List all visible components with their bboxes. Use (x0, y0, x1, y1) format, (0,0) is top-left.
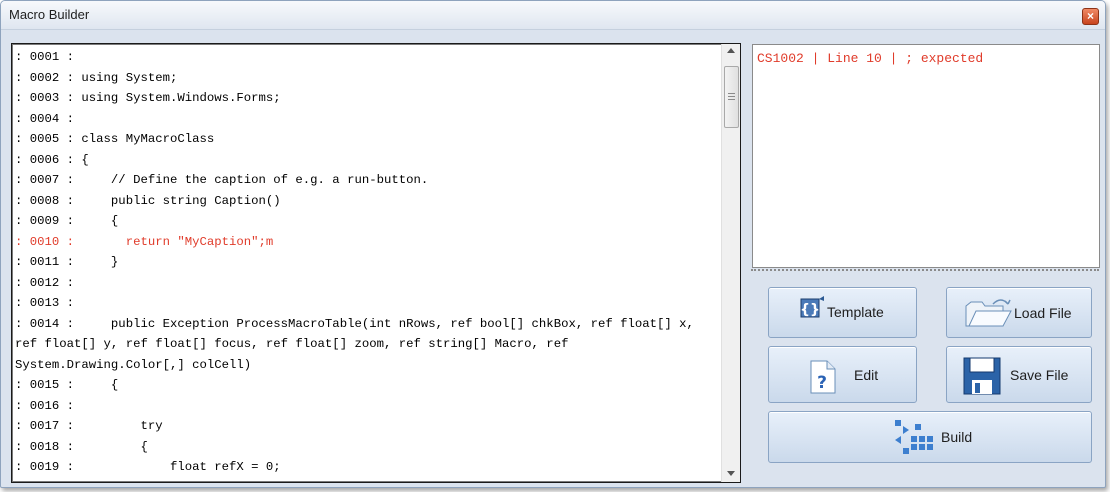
code-line: : 0002 : using System; (15, 70, 178, 85)
grip-line (728, 96, 735, 97)
code-line: : 0015 : { (15, 378, 119, 392)
load-file-label: Load File (1014, 305, 1072, 321)
close-icon: × (1086, 9, 1094, 23)
window-title: Macro Builder (9, 7, 90, 22)
code-line: : 0019 : float refX = 0; (15, 460, 281, 474)
panel-splitter[interactable] (751, 269, 1099, 271)
code-line: : 0004 : (15, 111, 75, 126)
template-button[interactable]: {} Template (768, 287, 917, 338)
grip-line (728, 93, 735, 94)
code-line: : 0006 : { (15, 152, 89, 167)
build-icon (895, 420, 933, 454)
code-line: : 0011 : } (15, 255, 119, 269)
title-bar[interactable]: Macro Builder × (1, 1, 1105, 30)
folder-icon (965, 299, 1012, 327)
code-line: : 0014 : public Exception ProcessMacroTa… (15, 316, 702, 372)
macro-builder-window: Macro Builder × : 0001 :: 0002 : using S… (0, 0, 1106, 488)
code-line: : 0016 : (15, 398, 75, 413)
editor-scrollbar[interactable] (721, 44, 740, 482)
svg-text:?: ? (817, 373, 827, 393)
code-line: : 0017 : try (15, 419, 163, 433)
code-line: : 0013 : (15, 296, 75, 310)
template-label: Template (827, 304, 884, 320)
build-button[interactable]: Build (768, 411, 1092, 463)
save-file-button[interactable]: Save File (946, 346, 1092, 403)
code-line: : 0018 : { (15, 439, 148, 454)
scroll-up-icon[interactable] (727, 48, 735, 53)
code-line: : 0008 : public string Caption() (15, 193, 281, 208)
code-line: : 0001 : (15, 50, 75, 64)
code-line: : 0009 : { (15, 214, 119, 228)
scroll-thumb[interactable] (724, 66, 739, 128)
save-file-label: Save File (1010, 367, 1069, 383)
close-button[interactable]: × (1082, 8, 1099, 25)
code-lines: : 0001 :: 0002 : using System;: 0003 : u… (15, 47, 719, 483)
load-file-button[interactable]: Load File (946, 287, 1092, 338)
help-document-icon: ? (810, 360, 836, 394)
edit-label: Edit (854, 367, 879, 383)
edit-button[interactable]: ? Edit (768, 346, 917, 403)
scroll-down-icon[interactable] (727, 471, 735, 476)
code-line: : 0012 : (15, 275, 75, 290)
code-editor[interactable]: : 0001 :: 0002 : using System;: 0003 : u… (11, 43, 741, 483)
build-label: Build (941, 429, 973, 445)
braces-icon: {} (800, 296, 824, 318)
code-line: : 0007 : // Define the caption of e.g. a… (15, 173, 429, 187)
error-output-panel[interactable]: CS1002 | Line 10 | ; expected (752, 44, 1100, 268)
grip-line (728, 99, 735, 100)
code-line: : 0003 : using System.Windows.Forms; (15, 91, 281, 105)
code-line: : 0005 : class MyMacroClass (15, 132, 215, 146)
code-line: : 0020 : float refY = 0; (15, 478, 719, 483)
code-line: : 0010 : return "MyCaption";m (15, 234, 274, 249)
floppy-disk-icon (963, 357, 1001, 395)
svg-text:{}: {} (800, 302, 820, 318)
error-message: CS1002 | Line 10 | ; expected (757, 51, 984, 66)
